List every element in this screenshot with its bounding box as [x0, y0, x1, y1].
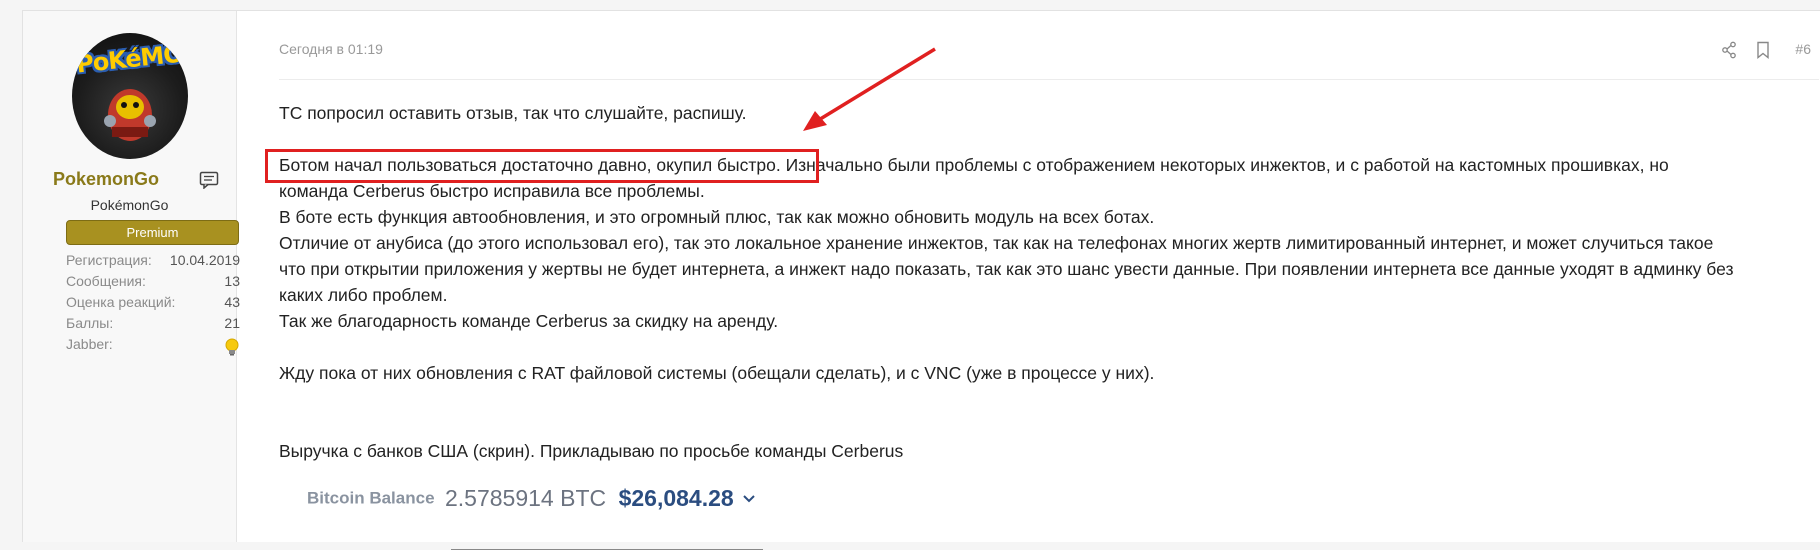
stat-value: 43	[224, 294, 240, 310]
paragraph: Выручка с банков США (скрин). Прикладыва…	[279, 441, 904, 461]
bookmark-icon[interactable]	[1755, 41, 1771, 59]
paragraph: каких либо проблем.	[279, 285, 448, 305]
premium-badge: Premium	[66, 220, 239, 245]
bitcoin-balance-screenshot: Bitcoin Balance 2.5785914 BTC $26,084.28	[307, 485, 756, 515]
stat-value[interactable]: 13	[224, 273, 240, 289]
avatar[interactable]: PoKéMON	[72, 33, 188, 159]
user-title: PokémonGo	[90, 197, 169, 213]
user-sidebar: PoKéMON PokemonGo PokémonGo Premium Реги…	[23, 11, 240, 542]
paragraph: В боте есть функция автообновления, и эт…	[279, 207, 1155, 227]
btc-amount: 2.5785914 BTC	[445, 485, 607, 511]
stat-label: Jabber:	[66, 336, 113, 352]
paragraph: что при открытии приложения у жертвы не …	[279, 259, 1734, 279]
stat-registration: Регистрация: 10.04.2019	[66, 252, 240, 273]
divider	[279, 79, 1819, 80]
user-stats: Регистрация: 10.04.2019 Сообщения: 13 Оц…	[66, 252, 240, 357]
stat-label: Оценка реакций:	[66, 294, 176, 310]
btc-usd-value: $26,084.28	[618, 485, 734, 511]
stat-label: Сообщения:	[66, 273, 146, 289]
post-timestamp[interactable]: Сегодня в 01:19	[279, 41, 383, 57]
paragraph: ТС попросил оставить отзыв, так что слуш…	[279, 103, 747, 123]
chevron-down-icon	[743, 494, 755, 502]
paragraph: Отличие от анубиса (до этого использовал…	[279, 233, 1714, 253]
stat-label: Баллы:	[66, 315, 114, 331]
share-icon[interactable]	[1721, 41, 1737, 59]
post-number-link[interactable]: #6	[1795, 41, 1811, 57]
stat-reactions: Оценка реакций: 43	[66, 294, 240, 315]
avatar-logo-text: PoKéMON	[74, 37, 188, 79]
lightbulb-icon[interactable]	[224, 338, 240, 356]
post-actions: #6	[1721, 41, 1811, 61]
post-container: PoKéMON PokemonGo PokémonGo Premium Реги…	[22, 10, 1820, 550]
stat-value[interactable]: 21	[224, 315, 240, 331]
message-icon[interactable]	[199, 171, 219, 189]
pokemon-figure-icon	[104, 89, 156, 141]
stat-label: Регистрация:	[66, 252, 152, 268]
stat-value: 10.04.2019	[169, 252, 240, 268]
btc-label: Bitcoin Balance	[307, 488, 435, 508]
annotation-highlight-box	[265, 149, 819, 183]
username-link[interactable]: PokemonGo	[23, 169, 189, 190]
stat-points: Баллы: 21	[66, 315, 240, 336]
paragraph: Так же благодарность команде Cerberus за…	[279, 311, 779, 331]
stat-messages: Сообщения: 13	[66, 273, 240, 294]
annotation-arrow-icon	[803, 47, 936, 131]
stat-jabber: Jabber:	[66, 336, 240, 357]
paragraph: Жду пока от них обновления с RAT файлово…	[279, 363, 1155, 383]
